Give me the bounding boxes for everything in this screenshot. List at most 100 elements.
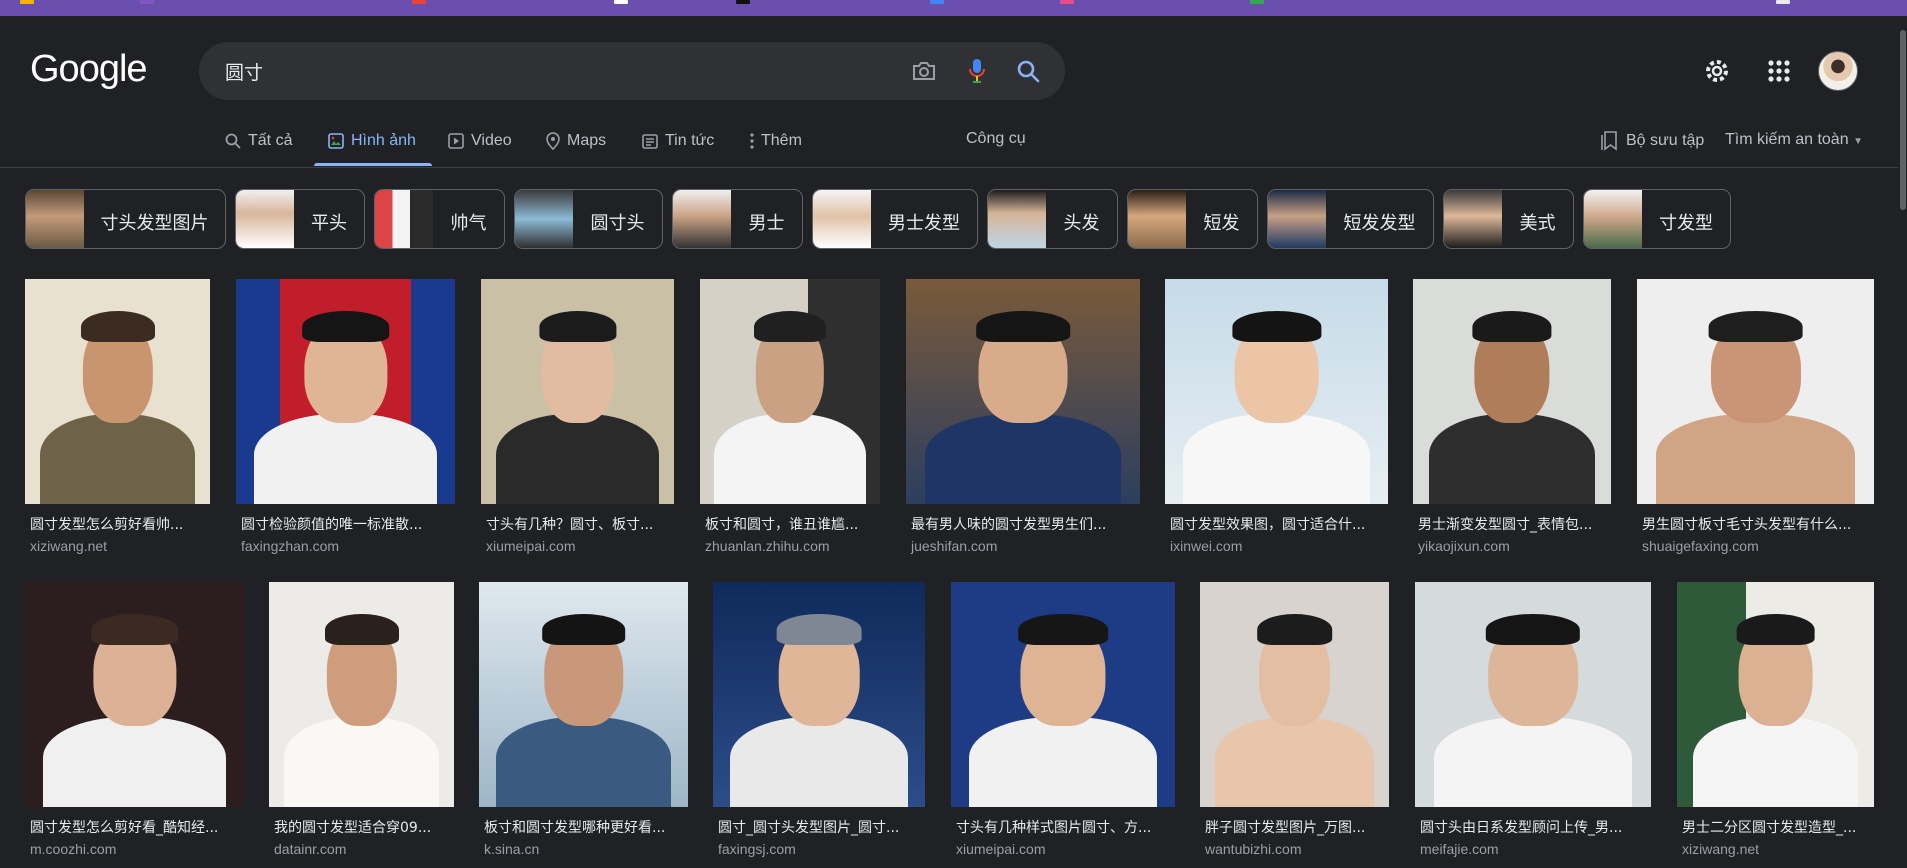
result-source[interactable]: xiumeipai.com [486,538,575,554]
result-thumbnail[interactable] [236,279,455,504]
result-source[interactable]: ixinwei.com [1170,538,1242,554]
result-title[interactable]: 板寸和圆寸，谁丑谁尴... [705,514,877,534]
image-result[interactable]: 圆寸头由日系发型顾问上传_男... meifajie.com [1415,582,1651,862]
image-result[interactable]: 板寸和圆寸，谁丑谁尴... zhuanlan.zhihu.com [700,279,880,559]
bookmark-favicon[interactable] [20,0,34,4]
image-result[interactable]: 胖子圆寸发型图片_万图... wantubizhi.com [1200,582,1389,862]
apps-grid-icon[interactable] [1760,52,1798,90]
result-thumbnail[interactable] [951,582,1175,807]
result-source[interactable]: xiziwang.net [30,538,107,554]
result-title[interactable]: 圆寸检验颜值的唯一标准散... [241,514,452,534]
bookmark-favicon[interactable] [1060,0,1074,4]
result-title[interactable]: 板寸和圆寸发型哪种更好看... [484,817,685,837]
result-thumbnail[interactable] [1165,279,1388,504]
result-thumbnail[interactable] [1677,582,1874,807]
image-result[interactable]: 圆寸发型效果图，圆寸适合什... ixinwei.com [1165,279,1388,559]
avatar[interactable] [1818,51,1858,91]
tab-news[interactable]: Tin tức [642,130,714,152]
gear-icon[interactable] [1698,52,1736,90]
result-source[interactable]: xiziwang.net [1682,841,1759,857]
result-source[interactable]: zhuanlan.zhihu.com [705,538,830,554]
result-source[interactable]: xiumeipai.com [956,841,1045,857]
chip-related[interactable]: 美式 [1443,189,1574,249]
bookmark-favicon[interactable] [140,0,154,4]
result-source[interactable]: yikaojixun.com [1418,538,1510,554]
result-title[interactable]: 圆寸发型怎么剪好看帅... [30,514,207,534]
result-title[interactable]: 男士二分区圆寸发型造型_... [1682,817,1871,837]
image-result[interactable]: 寸头有几种？圆寸、板寸... xiumeipai.com [481,279,674,559]
result-thumbnail[interactable] [25,279,210,504]
result-title[interactable]: 寸头有几种？圆寸、板寸... [486,514,671,534]
tab-maps[interactable]: Maps [546,130,606,152]
result-thumbnail[interactable] [269,582,454,807]
result-thumbnail[interactable] [479,582,688,807]
tools-button[interactable]: Công cụ [966,130,1026,148]
image-result[interactable]: 圆寸检验颜值的唯一标准散... faxingzhan.com [236,279,455,559]
result-thumbnail[interactable] [906,279,1140,504]
image-result[interactable]: 寸头有几种样式图片圆寸、方... xiumeipai.com [951,582,1175,862]
image-result[interactable]: 最有男人味的圆寸发型男生们... jueshifan.com [906,279,1140,559]
image-result[interactable]: 男士渐变发型圆寸_表情包... yikaojixun.com [1413,279,1611,559]
chip-related[interactable]: 头发 [987,189,1118,249]
chip-related[interactable]: 圆寸头 [514,189,663,249]
image-result[interactable]: 圆寸发型怎么剪好看_酷知经... m.coozhi.com [25,582,244,862]
result-source[interactable]: shuaigefaxing.com [1642,538,1759,554]
result-title[interactable]: 最有男人味的圆寸发型男生们... [911,514,1137,534]
result-source[interactable]: faxingsj.com [718,841,796,857]
result-source[interactable]: datainr.com [274,841,346,857]
chip-related[interactable]: 短发 [1127,189,1258,249]
safesearch-button[interactable]: Tìm kiếm an toàn ▼ [1725,131,1863,149]
result-thumbnail[interactable] [1200,582,1389,807]
chip-related[interactable]: 男士发型 [812,189,978,249]
result-source[interactable]: meifajie.com [1420,841,1499,857]
result-title[interactable]: 寸头有几种样式图片圆寸、方... [956,817,1172,837]
result-title[interactable]: 圆寸发型效果图，圆寸适合什... [1170,514,1385,534]
result-source[interactable]: jueshifan.com [911,538,997,554]
search-box[interactable] [199,42,1065,100]
chip-related[interactable]: 寸发型 [1583,189,1731,249]
bookmark-favicon[interactable] [930,0,944,4]
tab-video[interactable]: Video [448,130,512,152]
result-title[interactable]: 男生圆寸板寸毛寸头发型有什么... [1642,514,1871,534]
bookmark-favicon[interactable] [614,0,628,4]
result-title[interactable]: 胖子圆寸发型图片_万图... [1205,817,1386,837]
result-source[interactable]: k.sina.cn [484,841,539,857]
result-source[interactable]: faxingzhan.com [241,538,339,554]
result-thumbnail[interactable] [1415,582,1651,807]
chip-related[interactable]: 帅气 [374,189,505,249]
chip-related[interactable]: 男士 [672,189,803,249]
tab-more[interactable]: Thêm [750,130,802,152]
microphone-icon[interactable] [962,56,992,86]
collection-button[interactable]: Bộ sưu tập [1600,131,1704,151]
camera-icon[interactable] [909,56,939,86]
image-result[interactable]: 男士二分区圆寸发型造型_... xiziwang.net [1677,582,1874,862]
result-thumbnail[interactable] [1637,279,1874,504]
result-title[interactable]: 圆寸头由日系发型顾问上传_男... [1420,817,1648,837]
scrollbar-thumb[interactable] [1900,30,1906,210]
bookmark-favicon[interactable] [736,0,750,4]
search-input[interactable] [225,56,865,86]
search-icon[interactable] [1013,56,1043,86]
image-result[interactable]: 圆寸发型怎么剪好看帅... xiziwang.net [25,279,210,559]
bookmark-favicon[interactable] [412,0,426,4]
bookmark-favicon[interactable] [1250,0,1264,4]
result-thumbnail[interactable] [713,582,925,807]
image-result[interactable]: 男生圆寸板寸毛寸头发型有什么... shuaigefaxing.com [1637,279,1874,559]
chip-related[interactable]: 平头 [235,189,365,249]
chip-related[interactable]: 寸头发型图片 [25,189,226,249]
result-thumbnail[interactable] [481,279,674,504]
image-result[interactable]: 板寸和圆寸发型哪种更好看... k.sina.cn [479,582,688,862]
result-title[interactable]: 我的圆寸发型适合穿09... [274,817,451,837]
result-thumbnail[interactable] [1413,279,1611,504]
tab-all[interactable]: Tất cả [225,130,292,152]
chip-related[interactable]: 短发发型 [1267,189,1434,249]
google-logo[interactable]: Google [30,48,148,91]
image-result[interactable]: 圆寸_圆寸头发型图片_圆寸... faxingsj.com [713,582,925,862]
result-title[interactable]: 圆寸发型怎么剪好看_酷知经... [30,817,241,837]
result-thumbnail[interactable] [25,582,244,807]
image-result[interactable]: 我的圆寸发型适合穿09... datainr.com [269,582,454,862]
result-source[interactable]: m.coozhi.com [30,841,116,857]
result-thumbnail[interactable] [700,279,880,504]
result-title[interactable]: 圆寸_圆寸头发型图片_圆寸... [718,817,922,837]
result-source[interactable]: wantubizhi.com [1205,841,1302,857]
